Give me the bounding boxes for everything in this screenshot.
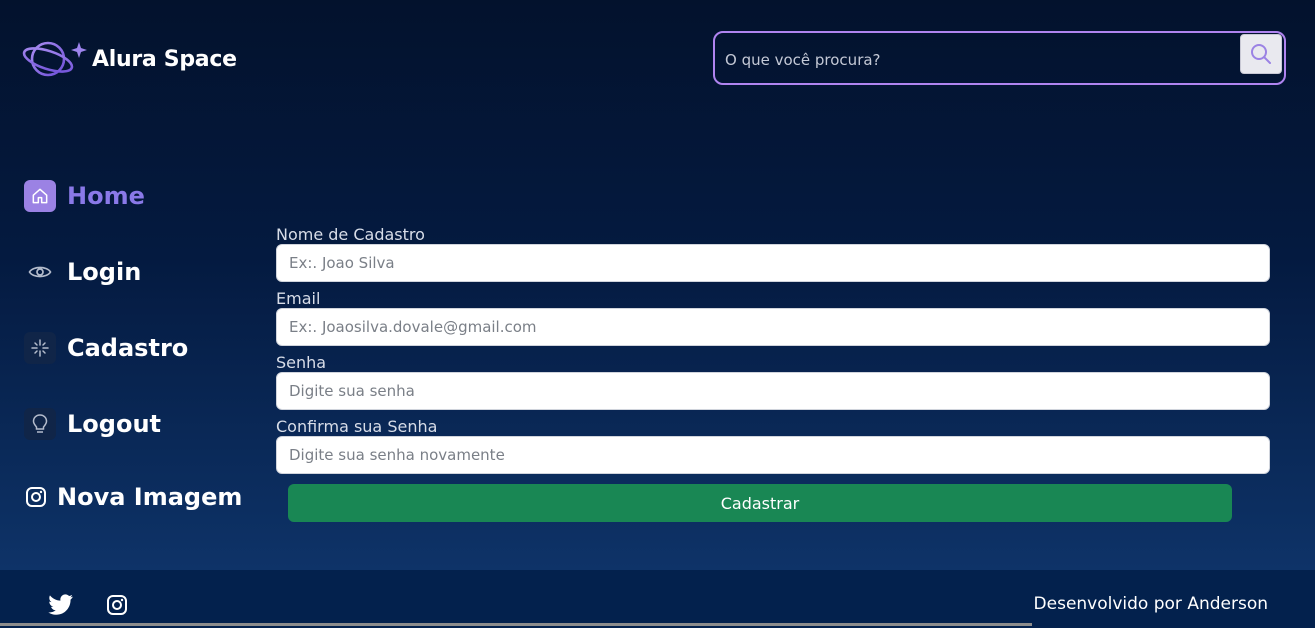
sidebar-item-label: Home [67, 182, 145, 210]
footer: Desenvolvido por Anderson [0, 570, 1315, 628]
password-input[interactable] [276, 372, 1270, 410]
footer-credit: Desenvolvido por Anderson [1033, 594, 1268, 614]
logo-text: Alura Space [92, 46, 237, 72]
search-box [713, 31, 1286, 85]
instagram-link[interactable] [106, 594, 128, 620]
signup-form: Nome de Cadastro Email Senha Confirma su… [276, 226, 1270, 482]
search-input[interactable] [725, 47, 1235, 73]
sidebar-item-label: Nova Imagem [57, 483, 243, 511]
instagram-icon [107, 595, 127, 615]
sidebar-item-label: Logout [67, 410, 162, 438]
sidebar-item-home[interactable]: Home [24, 180, 145, 212]
sidebar-item-label: Cadastro [67, 334, 189, 362]
sidebar-item-nova-imagem[interactable]: Nova Imagem [24, 481, 242, 513]
search-button[interactable] [1240, 34, 1282, 74]
sidebar-item-label: Login [67, 258, 142, 286]
cadastrar-button[interactable]: Cadastrar [288, 484, 1232, 522]
name-label: Nome de Cadastro [276, 225, 425, 244]
sidebar-item-cadastro[interactable]: Cadastro [24, 332, 188, 364]
eye-icon [24, 256, 56, 288]
email-field-group: Email [276, 290, 1270, 346]
confirm-password-input[interactable] [276, 436, 1270, 474]
twitter-icon [48, 594, 73, 615]
home-icon [24, 180, 56, 212]
lightbulb-icon [24, 408, 56, 440]
name-field-group: Nome de Cadastro [276, 226, 1270, 282]
password-field-group: Senha [276, 354, 1270, 410]
sidebar-item-logout[interactable]: Logout [24, 408, 161, 440]
confirm-password-label: Confirma sua Senha [276, 417, 438, 436]
sidebar-item-login[interactable]: Login [24, 256, 141, 288]
name-input[interactable] [276, 244, 1270, 282]
logo[interactable]: Alura Space [22, 36, 237, 82]
email-label: Email [276, 289, 321, 308]
sparkle-icon [24, 332, 56, 364]
password-label: Senha [276, 353, 327, 372]
horizontal-scrollbar[interactable] [0, 623, 1032, 626]
planet-logo-icon [22, 41, 87, 77]
email-input[interactable] [276, 308, 1270, 346]
twitter-link[interactable] [48, 594, 74, 620]
confirm-password-field-group: Confirma sua Senha [276, 418, 1270, 474]
instagram-icon [24, 481, 48, 513]
page-background: Alura Space Home Login Ca [0, 0, 1315, 570]
search-icon [1251, 44, 1271, 64]
